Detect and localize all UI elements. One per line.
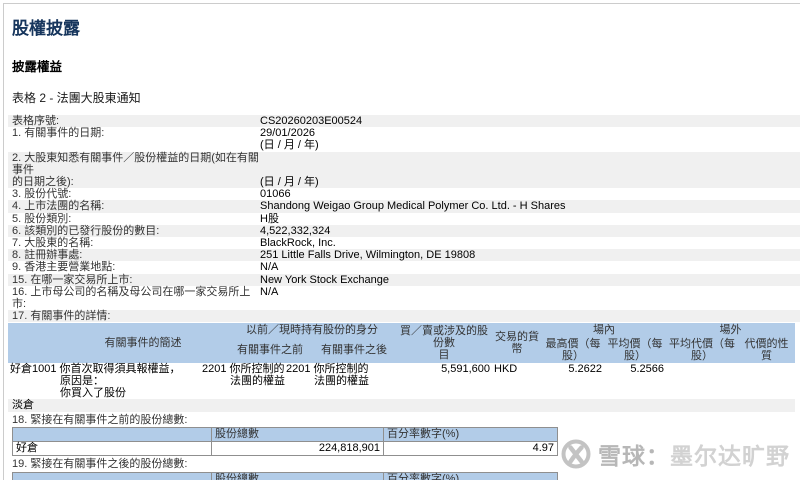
avg-consideration-cell <box>666 363 738 399</box>
field-row: 7. 大股東的名稱: BlackRock, Inc. <box>8 237 800 249</box>
col-group-off-market: 場外 <box>666 323 795 338</box>
field-label: 1. 有關事件的日期: <box>12 127 105 140</box>
col-percentage: 百分率數字(%) <box>383 427 558 443</box>
field-row: 9. 香港主要營業地點: N/A <box>8 261 800 273</box>
col-before-event: 有關事件之前 <box>228 337 312 364</box>
field-label: 6. 該類別的已發行股份的數目: <box>12 224 160 237</box>
field-value: N/A <box>260 261 279 274</box>
event-details-table: 有關事件的簡述 以前／現時持有股份的身分 買／賣或涉及的股份數 目 交易的貨 幣… <box>8 323 795 412</box>
field-value: (日 / 月 / 年) <box>260 176 319 189</box>
page-subtitle: 披露權益 <box>12 60 63 74</box>
field-value: 251 Little Falls Drive, Wilmington, DE 1… <box>260 249 476 262</box>
field-label: 表格序號: <box>12 115 60 127</box>
shares-involved-cell: 5,591,600 <box>441 363 490 376</box>
field-label: 的日期之後): <box>12 176 74 189</box>
field-row: 3. 股份代號: 01066 <box>8 188 800 200</box>
disclosure-form-page: 股權披露 披露權益 表格 2 - 法團大股東通知 表格序號: CS20260203… <box>3 3 800 480</box>
field-label: 5. 股份類別: <box>12 212 72 225</box>
field-value: 4,522,332,324 <box>260 224 331 237</box>
col-avg-consideration: 平均代價（每 股） <box>666 337 738 364</box>
form-fields: 表格序號: CS20260203E00524 1. 有關事件的日期: 29/01/20… <box>8 115 800 323</box>
col-blank <box>12 471 212 480</box>
watermark-name: 墨尔达旷野 <box>670 443 790 469</box>
field-label: 7. 大股東的名稱: <box>12 237 94 250</box>
col-shares-involved: 買／賣或涉及的股份數 目 <box>396 323 492 364</box>
table-row: 好倉 224,818,901 4.97 <box>12 441 558 457</box>
totals-before-label: 18. 緊接在有關事件之前的股份總數: <box>12 413 188 426</box>
col-percentage: 百分率數字(%) <box>383 471 558 480</box>
field-label: 2. 大股東知悉有關事件／股份權益的日期(如在有關事件 <box>12 151 259 176</box>
form-title: 表格 2 - 法團大股東通知 <box>12 91 141 105</box>
currency-cell: HKD <box>494 363 518 376</box>
watermark-prefix: 雪球： <box>598 443 670 469</box>
field-label: 4. 上市法團的名稱: <box>12 200 105 213</box>
field-row: 6. 該類別的已發行股份的數目: 4,522,332,324 <box>8 224 800 238</box>
field-row: 17. 有關事件的詳情: <box>8 310 800 323</box>
totals-before-table: 股份總數 百分率數字(%) 好倉 224,818,901 4.97 <box>12 427 558 457</box>
percentage-value: 4.97 <box>383 441 558 457</box>
field-label: 17. 有關事件的詳情: <box>12 310 111 323</box>
field-row: 16. 上市母公司的名稱及母公司在哪一家交易所上市: N/A <box>8 286 800 310</box>
field-value: New York Stock Exchange <box>260 273 390 286</box>
field-value: CS20260203E00524 <box>260 115 363 127</box>
field-value: 01066 <box>260 188 291 201</box>
field-label: 3. 股份代號: <box>12 188 72 201</box>
field-value: H股 <box>260 212 279 225</box>
col-event-brief: 有關事件的簡述 <box>58 323 228 364</box>
average-price-cell: 5.2566 <box>630 363 664 376</box>
col-position <box>8 323 58 364</box>
field-label <box>12 139 260 151</box>
col-consideration-nature: 代價的性質 <box>738 337 795 364</box>
col-group-capacity: 以前／現時持有股份的身分 <box>228 323 396 338</box>
short-position-label: 淡倉 <box>12 399 34 412</box>
col-blank <box>12 427 212 443</box>
col-average-price: 平均價（每 股） <box>604 337 666 364</box>
field-label: 15. 在哪一家交易所上市: <box>12 273 133 286</box>
position-label: 好倉 <box>12 441 212 457</box>
col-total-shares: 股份總數 <box>211 471 384 480</box>
field-value: Shandong Weigao Group Medical Polymer Co… <box>260 200 566 213</box>
field-value: (日 / 月 / 年) <box>260 139 319 152</box>
xueqiu-watermark: 雪球：墨尔达旷野 <box>560 437 790 471</box>
col-highest-price: 最高價（每 股） <box>542 337 604 364</box>
field-row: 4. 上市法團的名稱: Shandong Weigao Group Medical… <box>8 200 800 213</box>
field-row: 表格序號: CS20260203E00524 <box>8 115 800 128</box>
field-row: 1. 有關事件的日期: 29/01/2026 (日 / 月 / 年) <box>8 127 800 151</box>
capacity-after-cell: 2201 你所控制的 法團的權益 <box>286 363 369 388</box>
col-group-on-market: 場內 <box>542 323 666 338</box>
col-currency: 交易的貨 幣 <box>492 323 542 364</box>
consideration-nature-cell <box>738 363 795 399</box>
totals-after-table: 股份總數 百分率數字(%) 好倉 230,410,501 5.09 <box>12 471 558 480</box>
field-row: 15. 在哪一家交易所上市: New York Stock Exchange <box>8 273 800 286</box>
col-after-event: 有關事件之後 <box>312 337 396 364</box>
col-total-shares: 股份總數 <box>211 427 384 443</box>
page-title: 股權披露 <box>12 19 80 38</box>
long-position-row: 好倉 1001 你首次取得須具報權益， 原因是： 你買入了股份 2201 你所控… <box>8 363 795 399</box>
xueqiu-logo-icon <box>561 439 592 470</box>
field-label: 9. 香港主要營業地點: <box>12 261 116 274</box>
field-value: N/A <box>260 285 279 298</box>
field-value: BlackRock, Inc. <box>260 237 336 250</box>
field-value: 29/01/2026 <box>260 127 316 140</box>
field-label: 8. 註冊辦事處: <box>12 249 83 262</box>
field-row: 2. 大股東知悉有關事件／股份權益的日期(如在有關事件 的日期之後): (日 / 月… <box>8 151 800 189</box>
field-label: 16. 上市母公司的名稱及母公司在哪一家交易所上市: <box>12 285 251 311</box>
total-shares-value: 224,818,901 <box>211 441 384 457</box>
short-position-row: 淡倉 <box>8 399 795 412</box>
highest-price-cell: 5.2622 <box>568 363 602 376</box>
field-row: 8. 註冊辦事處: 251 Little Falls Drive, Wilming… <box>8 249 800 262</box>
field-row: 5. 股份類別: H股 <box>8 213 800 225</box>
